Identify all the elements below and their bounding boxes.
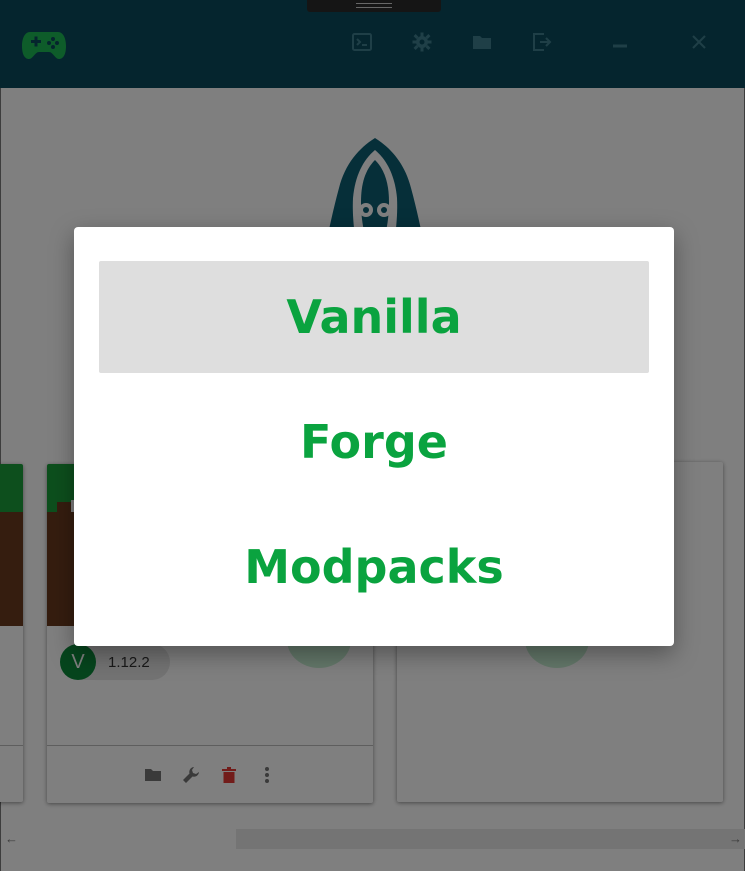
instance-type-dialog: Vanilla Forge Modpacks	[74, 227, 674, 646]
option-forge[interactable]: Forge	[99, 386, 649, 498]
option-modpacks[interactable]: Modpacks	[99, 511, 649, 623]
option-vanilla[interactable]: Vanilla	[99, 261, 649, 373]
